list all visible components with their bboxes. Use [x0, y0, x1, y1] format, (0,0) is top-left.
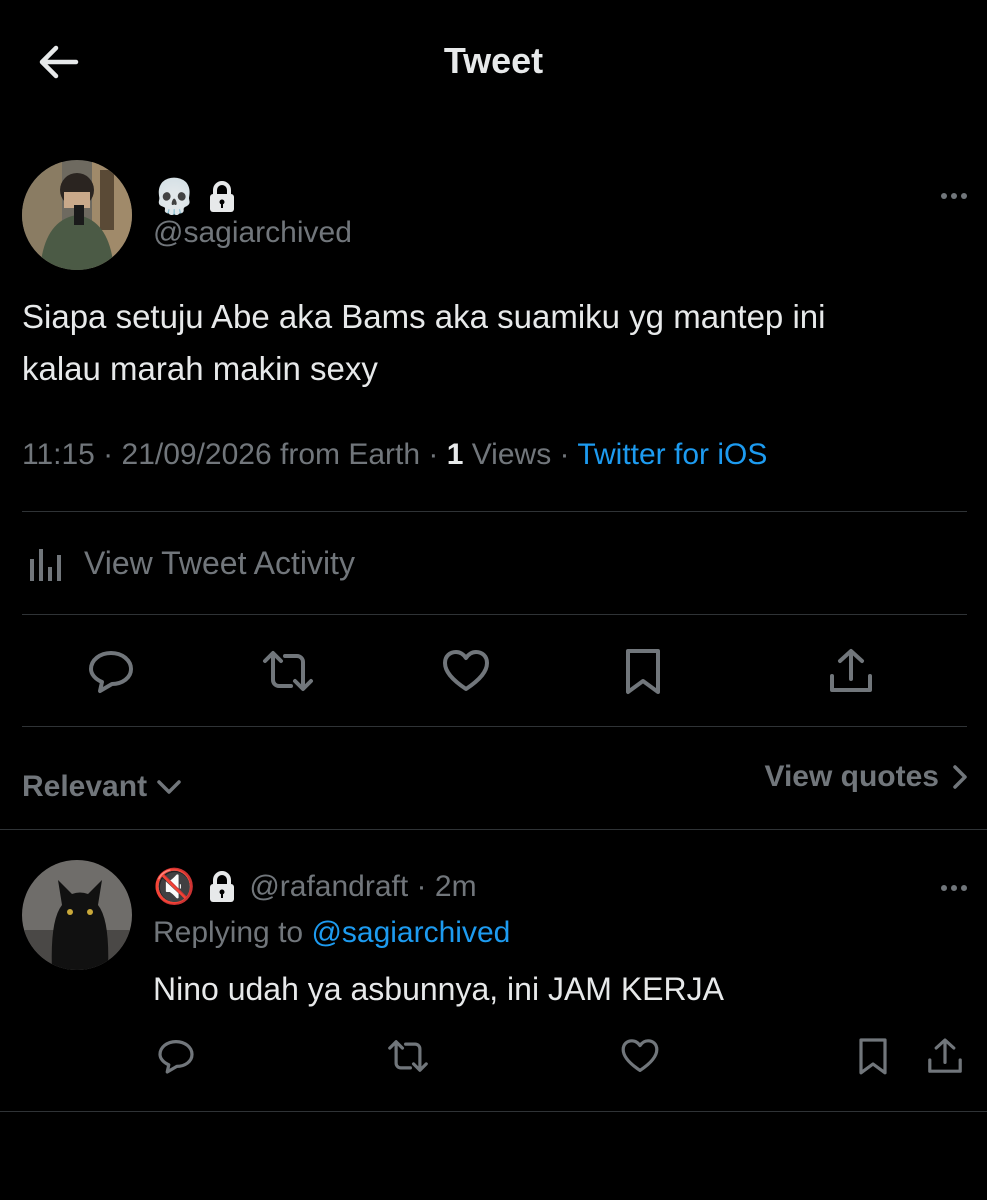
header: Tweet — [0, 0, 987, 125]
like-button[interactable] — [440, 645, 492, 697]
reply-like-button[interactable] — [618, 1034, 662, 1078]
reply-bookmark-button[interactable] — [853, 1034, 893, 1078]
sort-label: Relevant — [22, 770, 148, 803]
bar-chart-icon — [30, 549, 61, 581]
chevron-down-icon — [157, 780, 181, 794]
share-button[interactable] — [826, 645, 876, 697]
divider — [0, 1111, 987, 1112]
sort-dropdown[interactable]: Relevant — [22, 770, 183, 804]
view-tweet-activity[interactable]: View Tweet Activity — [22, 530, 355, 596]
reply-avatar[interactable] — [22, 860, 132, 970]
reply-icon — [89, 651, 133, 693]
reply-time: · 2m — [408, 870, 477, 903]
retweet-button[interactable] — [258, 645, 318, 697]
bookmark-icon — [626, 649, 660, 694]
timestamp: 11:15 · 21/09/2026 from Earth · — [22, 438, 447, 471]
author-name[interactable]: 💀 — [153, 178, 237, 216]
bookmark-button[interactable] — [620, 645, 666, 697]
views-count: 1 — [446, 438, 464, 471]
lock-icon — [210, 871, 235, 902]
retweet-icon — [388, 1040, 428, 1072]
like-icon — [621, 1039, 659, 1072]
source-link[interactable]: Twitter for iOS — [577, 438, 767, 471]
like-icon — [443, 650, 489, 691]
reply-text: Nino udah ya asbunnya, ini JAM KERJA — [153, 971, 724, 1007]
activity-label: View Tweet Activity — [84, 544, 355, 581]
avatar[interactable] — [22, 160, 132, 270]
reply-name-emoji[interactable]: 🔇 — [153, 868, 195, 906]
author-name-emoji: 💀 — [153, 177, 196, 217]
reply-header: 🔇 @rafandraft · 2m — [153, 866, 477, 908]
reply-more-options-button[interactable] — [934, 878, 974, 898]
view-quotes-label: View quotes — [764, 760, 940, 793]
replying-prefix: Replying to — [153, 916, 312, 949]
page-title: Tweet — [443, 40, 544, 81]
chevron-right-icon — [953, 765, 967, 789]
reply-retweet-button[interactable] — [384, 1034, 432, 1078]
replying-to: Replying to @sagiarchived — [153, 916, 510, 950]
reply-button[interactable] — [85, 645, 137, 697]
reply-reply-button[interactable] — [154, 1034, 198, 1078]
divider — [0, 829, 987, 830]
reply-icon — [158, 1040, 194, 1074]
tweet-meta: 11:15 · 21/09/2026 from Earth · 1 Views … — [22, 438, 767, 472]
divider — [22, 614, 967, 615]
retweet-icon — [263, 651, 313, 691]
more-icon — [941, 885, 947, 891]
divider — [22, 726, 967, 727]
more-icon — [941, 193, 947, 199]
share-icon — [830, 649, 872, 692]
view-quotes-link[interactable]: View quotes — [765, 760, 970, 794]
divider — [22, 511, 967, 512]
share-icon — [928, 1038, 962, 1073]
tweet-text: Siapa setuju Abe aka Bams aka suamiku yg… — [22, 298, 826, 387]
views-label: Views · — [463, 438, 578, 471]
reply-share-button[interactable] — [923, 1034, 967, 1078]
bookmark-icon — [859, 1038, 887, 1075]
replying-to-handle[interactable]: @sagiarchived — [311, 916, 510, 949]
author-handle[interactable]: @sagiarchived — [153, 216, 352, 250]
more-options-button[interactable] — [934, 186, 974, 206]
lock-icon — [210, 181, 235, 212]
reply-handle[interactable]: @rafandraft — [249, 870, 408, 903]
